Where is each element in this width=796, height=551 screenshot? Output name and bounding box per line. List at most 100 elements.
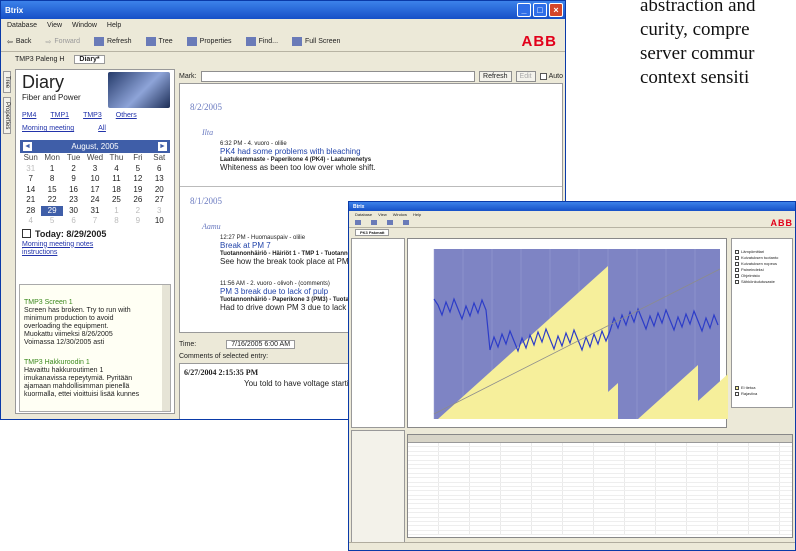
- mark-input[interactable]: [200, 70, 476, 82]
- calendar-day[interactable]: 16: [63, 185, 84, 196]
- calendar-day[interactable]: 4: [20, 216, 41, 227]
- calendar-day[interactable]: 5: [41, 216, 62, 227]
- trend-navigator[interactable]: [351, 430, 405, 546]
- forward-button[interactable]: ⇨ Forward: [45, 38, 80, 46]
- calendar-day[interactable]: 2: [127, 206, 148, 217]
- refresh-button[interactable]: Refresh: [94, 37, 132, 46]
- calendar-day[interactable]: 7: [84, 216, 105, 227]
- trend-tree[interactable]: [351, 238, 405, 428]
- next-month-button[interactable]: ►: [158, 142, 167, 151]
- properties-button[interactable]: Properties: [186, 37, 232, 46]
- calendar-day[interactable]: 3: [149, 206, 170, 217]
- link-others[interactable]: Others: [116, 112, 137, 119]
- calendar-day[interactable]: 12: [127, 174, 148, 185]
- refresh-entries-button[interactable]: Refresh: [479, 70, 512, 82]
- page-text-line: context sensiti: [640, 67, 750, 88]
- calendar-day[interactable]: 8: [106, 216, 127, 227]
- minimize-icon[interactable]: _: [517, 3, 531, 17]
- notes-link-line[interactable]: Morning meeting notes: [22, 241, 168, 249]
- today-row[interactable]: Today: 8/29/2005: [22, 229, 168, 239]
- calendar-day[interactable]: 3: [84, 164, 105, 175]
- tab-tmp3[interactable]: TMP3 Paleng H: [15, 56, 64, 63]
- prev-month-button[interactable]: ◄: [23, 142, 32, 151]
- legend-swatch-icon: [735, 256, 739, 260]
- calendar-day[interactable]: 6: [149, 164, 170, 175]
- menu-help[interactable]: Help: [413, 212, 421, 217]
- calendar-day[interactable]: 10: [84, 174, 105, 185]
- calendar-day[interactable]: 5: [127, 164, 148, 175]
- calendar-day[interactable]: 14: [20, 185, 41, 196]
- calendar-day[interactable]: 1: [41, 164, 62, 175]
- calendar-day[interactable]: 17: [84, 185, 105, 196]
- calendar-day[interactable]: 31: [84, 206, 105, 217]
- calendar-day[interactable]: 1: [106, 206, 127, 217]
- edit-button[interactable]: Edit: [515, 70, 536, 82]
- tab-diary[interactable]: Diary*: [74, 54, 105, 64]
- menu-database[interactable]: Database: [7, 22, 37, 29]
- link-tmp3[interactable]: TMP3: [83, 112, 102, 119]
- tree-button[interactable]: Tree: [145, 37, 173, 46]
- maximize-icon[interactable]: □: [533, 3, 547, 17]
- calendar-day[interactable]: 15: [41, 185, 62, 196]
- side-tab-tree[interactable]: Tree: [3, 71, 11, 94]
- calendar-day[interactable]: 13: [149, 174, 170, 185]
- auto-checkbox[interactable]: Auto: [539, 72, 563, 80]
- calendar-day[interactable]: 22: [41, 195, 62, 206]
- link-morning-meeting[interactable]: Morning meeting: [22, 125, 74, 132]
- calendar-day[interactable]: 21: [20, 195, 41, 206]
- window-titlebar[interactable]: Btrix _ □ ×: [1, 1, 565, 19]
- menu-help[interactable]: Help: [107, 22, 121, 29]
- calendar-day[interactable]: 23: [63, 195, 84, 206]
- calendar-day[interactable]: 11: [106, 174, 127, 185]
- calendar-day[interactable]: 18: [106, 185, 127, 196]
- calendar-day[interactable]: 28: [20, 206, 41, 217]
- calendar-day[interactable]: 9: [127, 216, 148, 227]
- calendar-day[interactable]: 19: [127, 185, 148, 196]
- menu-database[interactable]: Database: [355, 212, 372, 217]
- time-field[interactable]: 7/16/2005 6:00 AM: [226, 339, 296, 349]
- diary-entry[interactable]: 6:32 PM - 4. vuoro - olilie PK4 had some…: [220, 140, 376, 172]
- toolbar-button[interactable]: [355, 220, 361, 225]
- notes-scrollbar[interactable]: [162, 285, 170, 411]
- find-button[interactable]: Find...: [245, 37, 278, 46]
- calendar-day[interactable]: 8: [41, 174, 62, 185]
- calendar-day[interactable]: 9: [63, 174, 84, 185]
- side-tab-properties[interactable]: Properties: [3, 97, 11, 135]
- trend-chart[interactable]: [407, 238, 728, 428]
- menu-window[interactable]: Window: [72, 22, 97, 29]
- tab-pk3[interactable]: PK3 Pakmatt: [355, 228, 390, 236]
- toolbar-button[interactable]: [371, 220, 377, 225]
- calendar-day[interactable]: 30: [63, 206, 84, 217]
- close-icon[interactable]: ×: [549, 3, 563, 17]
- trend-window-titlebar[interactable]: Btrix: [349, 202, 795, 211]
- table-row[interactable]: [408, 530, 792, 536]
- back-button[interactable]: ⇦ Back: [7, 38, 31, 46]
- calendar-day[interactable]: 7: [20, 174, 41, 185]
- calendar-day[interactable]: 20: [149, 185, 170, 196]
- fullscreen-button[interactable]: Full Screen: [292, 37, 340, 46]
- calendar-day[interactable]: 26: [127, 195, 148, 206]
- calendar-day[interactable]: 24: [84, 195, 105, 206]
- notes-link-line[interactable]: instructions: [22, 249, 168, 257]
- calendar-day[interactable]: 25: [106, 195, 127, 206]
- calendar-day[interactable]: 29: [41, 205, 63, 216]
- calendar-day[interactable]: 2: [63, 164, 84, 175]
- legend-swatch-icon: [735, 268, 739, 272]
- link-tmp1[interactable]: TMP1: [50, 112, 69, 119]
- trend-legend: Lämpömittari Kuivatuksen tuotanto Kuivat…: [731, 238, 793, 408]
- menu-window[interactable]: Window: [393, 212, 407, 217]
- calendar-day[interactable]: 10: [149, 216, 170, 227]
- menu-view[interactable]: View: [378, 212, 387, 217]
- toolbar-button[interactable]: [387, 220, 393, 225]
- menu-view[interactable]: View: [47, 22, 62, 29]
- trend-menu-bar: Database View Window Help: [349, 211, 795, 218]
- legend-item[interactable]: Rajaviiva: [735, 391, 789, 397]
- calendar-day[interactable]: 4: [106, 164, 127, 175]
- link-all[interactable]: All: [98, 125, 106, 132]
- toolbar-button[interactable]: [403, 220, 409, 225]
- entry-date: 8/2/2005: [190, 102, 223, 112]
- calendar-day[interactable]: 27: [149, 195, 170, 206]
- calendar-day[interactable]: 6: [63, 216, 84, 227]
- link-pm4[interactable]: PM4: [22, 112, 36, 119]
- calendar-day[interactable]: 31: [20, 164, 41, 175]
